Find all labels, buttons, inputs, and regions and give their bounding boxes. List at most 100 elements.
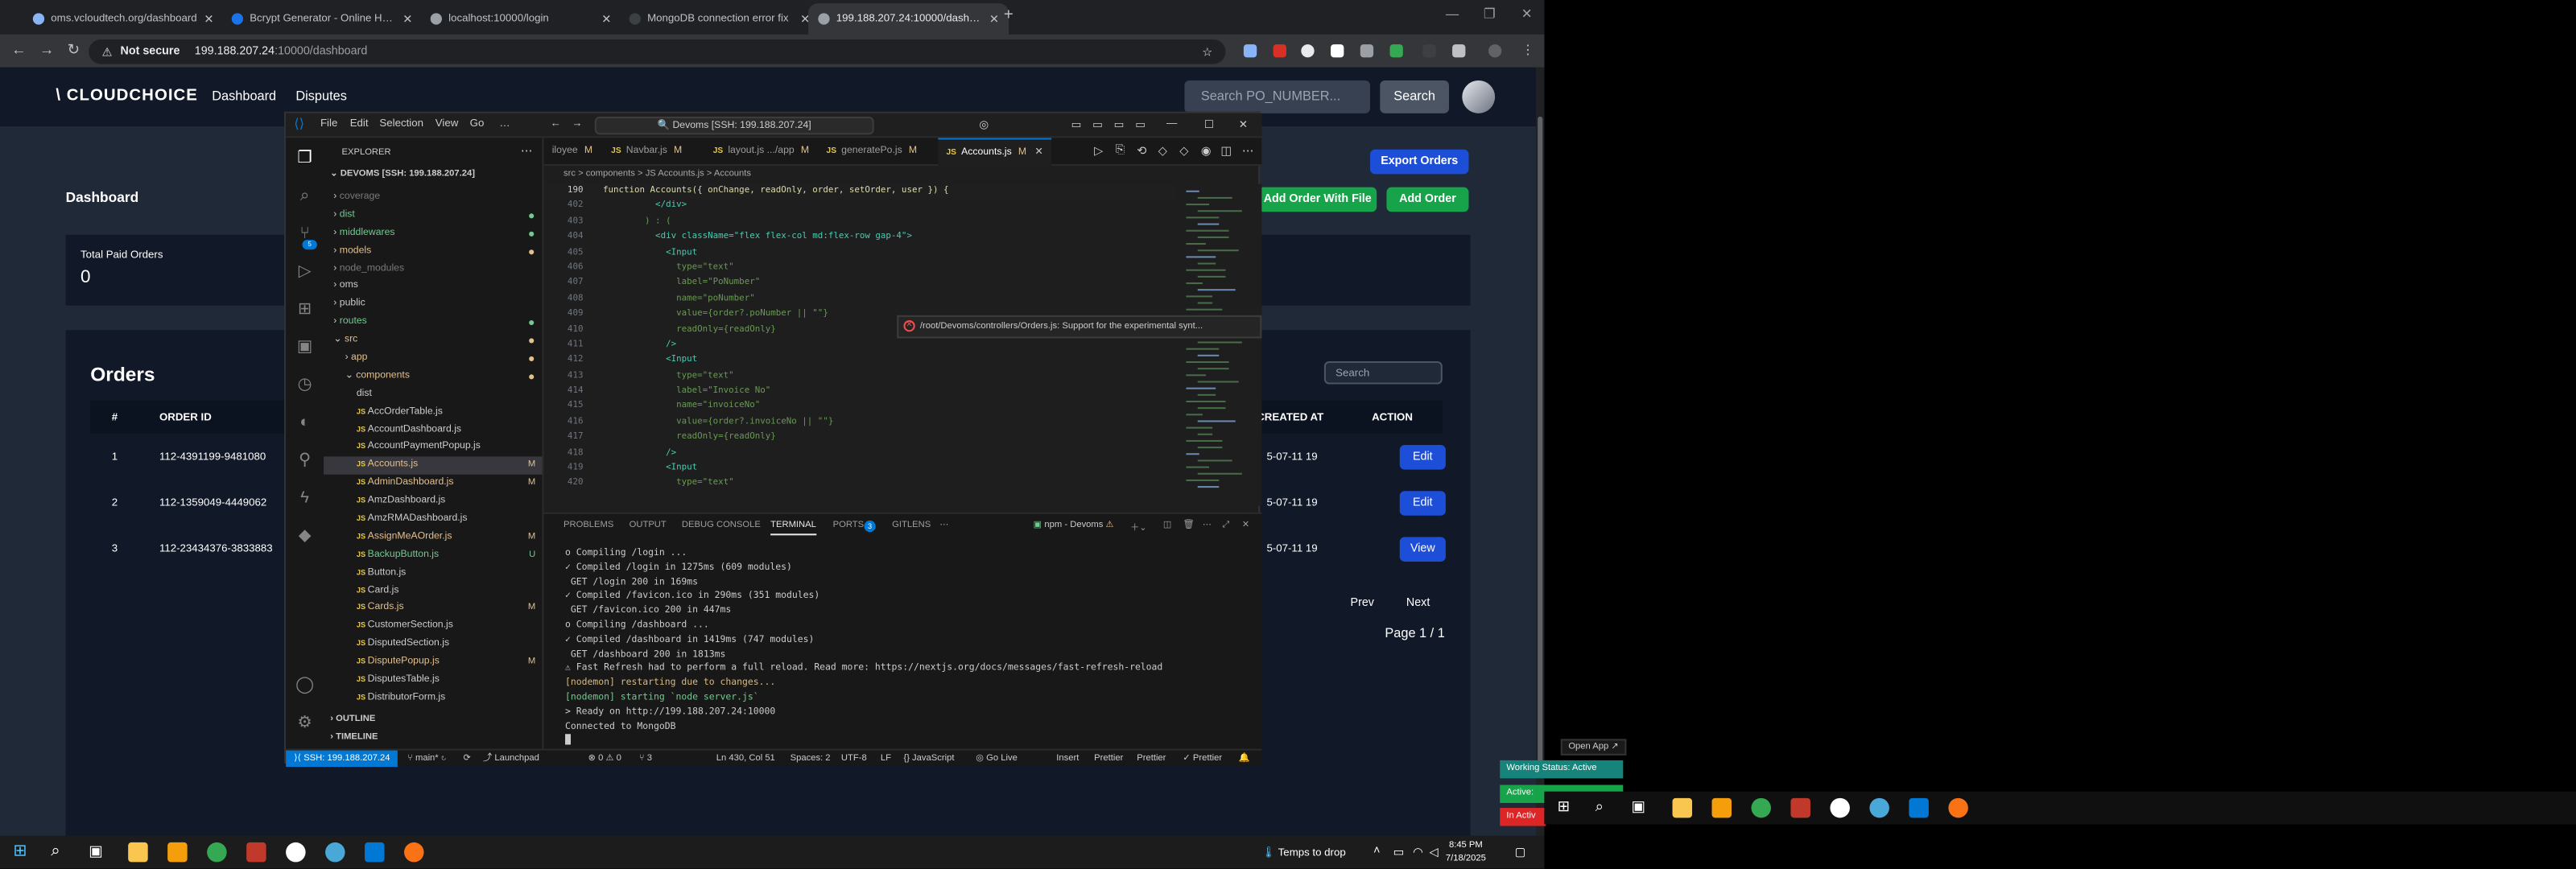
explorer-item[interactable]: › public: [324, 296, 542, 314]
edit-button[interactable]: Edit: [1399, 491, 1446, 516]
extensions-puzzle-icon[interactable]: [1452, 44, 1466, 58]
close-window-icon[interactable]: ✕: [1521, 6, 1533, 21]
gitlens-prev-icon[interactable]: ◇: [1158, 145, 1167, 158]
menu-more[interactable]: …: [499, 118, 510, 130]
browser-tab[interactable]: MongoDB connection error fix ✕: [619, 3, 819, 35]
browser-tab[interactable]: Bcrypt Generator - Online Hash ✕: [222, 3, 423, 35]
extension-icon[interactable]: [1360, 44, 1374, 58]
add-order-button[interactable]: Add Order: [1386, 187, 1469, 212]
search-button[interactable]: Search: [1380, 80, 1449, 113]
indentation-status[interactable]: Spaces: 2: [791, 751, 831, 767]
panel-more-icon[interactable]: ⋯: [1203, 521, 1212, 530]
close-tab-icon[interactable]: ✕: [989, 12, 999, 25]
menu-file[interactable]: File: [320, 118, 337, 130]
ports-status[interactable]: ⑂ 3: [639, 751, 652, 767]
tab-output[interactable]: OUTPUT: [630, 521, 667, 530]
close-tab-icon[interactable]: ✕: [1034, 148, 1042, 158]
volume-icon[interactable]: ◁: [1429, 846, 1438, 859]
tab-ports[interactable]: PORTS: [833, 521, 864, 530]
open-app-button[interactable]: Open App ↗: [1560, 739, 1627, 756]
start-icon[interactable]: ⊞: [1558, 798, 1577, 818]
run-debug-icon[interactable]: ▷: [294, 261, 316, 282]
remote-indicator[interactable]: ⟩⟨ SSH: 199.188.207.24: [286, 750, 398, 768]
app-icon[interactable]: [1790, 797, 1810, 818]
copilot-icon[interactable]: ◎: [979, 118, 989, 131]
prev-button[interactable]: Prev: [1351, 598, 1374, 609]
git-branch[interactable]: ⑂ main* ↻: [407, 751, 446, 767]
tab-terminal[interactable]: TERMINAL: [770, 521, 816, 536]
file-explorer-icon[interactable]: [128, 842, 148, 863]
restore-icon[interactable]: ❐: [1484, 6, 1496, 21]
extension-icon[interactable]: [1331, 44, 1344, 58]
explorer-item[interactable]: ⌄ src: [324, 332, 542, 349]
orders-search-input[interactable]: Search: [1323, 360, 1443, 385]
vscode-icon[interactable]: [365, 842, 385, 863]
prettier-status[interactable]: Prettier: [1137, 751, 1166, 767]
layout-icon[interactable]: ▭: [1092, 118, 1103, 131]
encoding-status[interactable]: UTF-8: [841, 751, 867, 767]
app-icon[interactable]: [404, 842, 424, 863]
notification-icon[interactable]: ▢: [1515, 846, 1526, 859]
explorer-item[interactable]: JS DisputePopup.js M: [324, 654, 542, 672]
timeline-section[interactable]: › TIMELINE: [330, 732, 378, 742]
layout-icon[interactable]: ▭: [1071, 118, 1082, 131]
error-notification[interactable]: ✕ /root/Devoms/controllers/Orders.js: Sup…: [897, 315, 1262, 339]
explorer-item[interactable]: JS BackupButton.js U: [324, 546, 542, 564]
new-tab-icon[interactable]: +: [1004, 6, 1013, 24]
tab-debug-console[interactable]: DEBUG CONSOLE: [682, 521, 761, 530]
insert-mode[interactable]: Insert: [1056, 751, 1079, 767]
app-icon[interactable]: [1869, 797, 1889, 818]
browser-tab[interactable]: localhost:10000/login ✕: [420, 3, 621, 35]
new-terminal-icon[interactable]: ＋⌄: [1130, 521, 1147, 533]
bookmark-star-icon[interactable]: ☆: [1202, 45, 1212, 58]
python-icon[interactable]: ◆: [294, 525, 316, 547]
thunder-client-icon[interactable]: ϟ: [294, 488, 316, 509]
menu-go[interactable]: Go: [470, 118, 485, 130]
compare-icon[interactable]: ⎘: [1116, 145, 1125, 158]
store-icon[interactable]: [1711, 797, 1732, 818]
store-icon[interactable]: [167, 842, 188, 863]
app-icon[interactable]: [1948, 797, 1968, 818]
extensions-icon[interactable]: ⊞: [294, 299, 316, 320]
history-icon[interactable]: ⟲: [1137, 145, 1146, 158]
start-icon[interactable]: ⊞: [13, 842, 32, 862]
explorer-item[interactable]: › oms: [324, 278, 542, 296]
task-view-icon[interactable]: ▣: [89, 842, 108, 862]
explorer-item[interactable]: › coverage: [324, 189, 542, 207]
close-tab-icon[interactable]: ✕: [204, 12, 213, 25]
explorer-item[interactable]: › dist: [324, 207, 542, 224]
explorer-item[interactable]: JS Card.js: [324, 583, 542, 600]
split-terminal-icon[interactable]: ◫: [1163, 521, 1172, 530]
extension-icon[interactable]: [1243, 44, 1257, 58]
search-icon[interactable]: ⌕: [294, 186, 316, 208]
forward-icon[interactable]: →: [39, 41, 54, 57]
explorer-icon[interactable]: ❐: [294, 148, 316, 170]
scrollbar-thumb[interactable]: [1538, 116, 1543, 774]
remote-explorer-icon[interactable]: ▣: [294, 336, 316, 358]
app-icon[interactable]: [286, 842, 306, 863]
chrome-icon[interactable]: [1751, 797, 1771, 818]
page-scrollbar[interactable]: [1536, 67, 1545, 836]
editor-tab[interactable]: iloyee M: [544, 138, 601, 166]
problems-status[interactable]: ⊗ 0 ⚠ 0: [588, 751, 621, 767]
layout-icon[interactable]: ▭: [1114, 118, 1125, 131]
explorer-item[interactable]: › middlewares: [324, 224, 542, 242]
editor-tab[interactable]: JS Navbar.js M: [603, 138, 690, 166]
search-icon[interactable]: ⌕: [1596, 798, 1615, 818]
terminal-output[interactable]: o Compiling /login ... ✓ Compiled /login …: [565, 547, 1255, 749]
explorer-item[interactable]: › app: [324, 350, 542, 368]
breadcrumb[interactable]: src > components > JS Accounts.js > Acco…: [544, 166, 751, 182]
explorer-item[interactable]: JS DistributorForm.js: [324, 690, 542, 707]
app-logo[interactable]: \ CLOUDCHOICE: [56, 87, 198, 105]
close-icon[interactable]: ✕: [1239, 118, 1248, 131]
explorer-item[interactable]: JS Cards.js M: [324, 600, 542, 618]
outline-section[interactable]: › OUTLINE: [330, 715, 375, 724]
search-icon[interactable]: ⌕: [51, 842, 70, 862]
tray-icon[interactable]: ▭: [1393, 846, 1405, 859]
explorer-item[interactable]: JS AmzDashboard.js: [324, 493, 542, 511]
app-icon[interactable]: [1830, 797, 1850, 818]
browser-tab[interactable]: oms.vcloudtech.org/dashboard ✕: [23, 3, 224, 35]
prettier-status[interactable]: ✓ Prettier: [1183, 751, 1222, 767]
more-actions-icon[interactable]: ⋯: [521, 145, 532, 158]
menu-edit[interactable]: Edit: [350, 118, 369, 130]
